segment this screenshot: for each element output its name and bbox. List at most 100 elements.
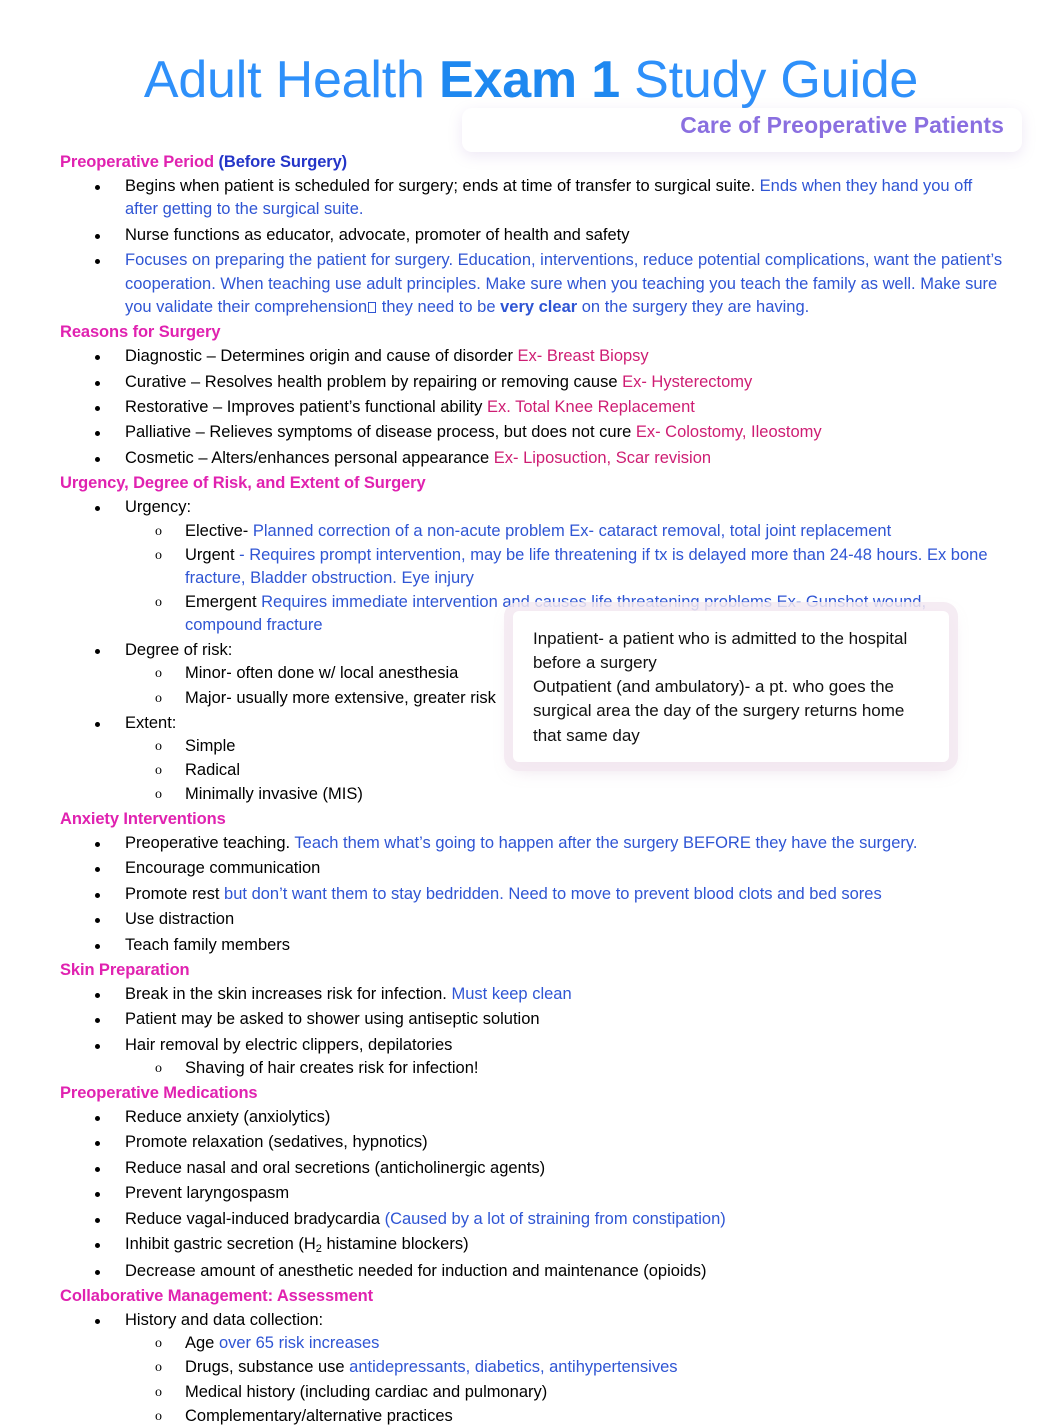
skin-preparation-sublist: Shaving of hair creates risk for infecti…	[125, 1057, 1006, 1080]
bullet-text-black: Cosmetic – Alters/enhances personal appe…	[125, 448, 494, 467]
bullet-text-black: Reduce anxiety (anxiolytics)	[125, 1108, 331, 1127]
bullet-text-black: Begins when patient is scheduled for sur…	[125, 176, 760, 195]
sub-text-black: Radical	[185, 761, 241, 780]
list-item: Encourage communication	[60, 857, 1006, 880]
sub-text-black: Urgent	[185, 545, 240, 564]
list-item: Complementary/alternative practices	[125, 1405, 1006, 1428]
sub-text-black: Elective-	[185, 521, 253, 540]
list-item: Patient may be asked to shower using ant…	[60, 1008, 1006, 1031]
list-item: Inhibit gastric secretion (H2 histamine …	[60, 1233, 1006, 1258]
page-title: Adult Health Exam 1 Study Guide	[0, 52, 1062, 108]
bullet-text-black: Prevent laryngospasm	[125, 1184, 290, 1203]
list-item: Promote relaxation (sedatives, hypnotics…	[60, 1131, 1006, 1154]
bullet-text-black: Reduce nasal and oral secretions (antich…	[125, 1158, 546, 1177]
list-item: Use distraction	[60, 908, 1006, 931]
list-item: Preoperative teaching. Teach them what’s…	[60, 832, 1006, 855]
list-item: History and data collection: Age over 65…	[60, 1309, 1006, 1428]
bullet-text-example: Ex- Breast Biopsy	[517, 347, 649, 366]
list-item: Age over 65 risk increases	[125, 1332, 1006, 1355]
bullet-text-black: Promote relaxation (sedatives, hypnotics…	[125, 1133, 428, 1152]
list-item: Shaving of hair creates risk for infecti…	[125, 1057, 1006, 1080]
bullet-text-black: Curative – Resolves health problem by re…	[125, 372, 618, 391]
sub-text-black: Emergent	[185, 592, 262, 611]
sub-text-black: Age	[185, 1334, 219, 1353]
section-heading-reasons-for-surgery: Reasons for Surgery	[60, 323, 221, 342]
list-item: Prevent laryngospasm	[60, 1182, 1006, 1205]
bullet-text-blue: Must keep clean	[451, 984, 572, 1003]
document-header: Adult Health Exam 1 Study Guide Care of …	[0, 0, 1062, 153]
sub-text-black: Simple	[185, 737, 236, 756]
bullet-text-black: Teach family members	[125, 935, 291, 954]
list-item: Minimally invasive (MIS)	[125, 783, 1006, 806]
heading-main-text: Preoperative Period	[60, 153, 214, 172]
list-item: Elective- Planned correction of a non-ac…	[125, 520, 1006, 543]
list-item: Cosmetic – Alters/enhances personal appe…	[60, 447, 1006, 470]
title-emphasis: Exam 1	[438, 51, 620, 109]
list-item: Reduce vagal-induced bradycardia (Caused…	[60, 1208, 1006, 1231]
sub-text-black: Minimally invasive (MIS)	[185, 785, 363, 804]
subtitle-row: Care of Preoperative Patients	[0, 108, 1062, 153]
list-item: Nurse functions as educator, advocate, p…	[60, 224, 1006, 247]
heading-sub-text: (Before Surgery)	[214, 153, 348, 172]
bullet-text-black: Use distraction	[125, 910, 235, 929]
bullet-text-example: Ex- Hysterectomy	[617, 372, 753, 391]
collaborative-management-list: History and data collection: Age over 65…	[60, 1309, 1006, 1428]
bullet-text-black: Degree of risk:	[125, 640, 233, 659]
sub-text-blue: Planned correction of a non-acute proble…	[252, 521, 892, 540]
bullet-text-bold: very clear	[500, 298, 578, 317]
section-heading-anxiety-interventions: Anxiety Interventions	[60, 810, 226, 829]
section-heading-preoperative-medications: Preoperative Medications	[60, 1084, 258, 1103]
bullet-text-black: Decrease amount of anesthetic needed for…	[125, 1261, 707, 1280]
sub-text-black: Shaving of hair creates risk for infecti…	[185, 1059, 479, 1078]
history-data-collection-sublist: Age over 65 risk increases Drugs, substa…	[125, 1332, 1006, 1427]
bullet-text-blue-2: they need to be	[377, 298, 501, 317]
bullet-text-black: History and data collection:	[125, 1310, 324, 1329]
preoperative-period-list: Begins when patient is scheduled for sur…	[60, 175, 1006, 320]
bullet-text-black: Extent:	[125, 713, 177, 732]
anxiety-interventions-list: Preoperative teaching. Teach them what’s…	[60, 832, 1006, 957]
bullet-text-black: Promote rest	[125, 884, 225, 903]
bullet-text-blue: (Caused by a lot of straining from const…	[384, 1209, 726, 1228]
callout-line-inpatient: Inpatient- a patient who is admitted to …	[533, 629, 908, 673]
title-part-1: Adult Health	[143, 51, 439, 109]
sub-text-black: Major- usually more extensive, greater r…	[185, 688, 496, 707]
list-item: Break in the skin increases risk for inf…	[60, 983, 1006, 1006]
bullet-text-black: Restorative – Improves patient’s functio…	[125, 398, 487, 417]
bullet-text-black: Preoperative teaching.	[125, 834, 295, 853]
bullet-text-black-2: histamine blockers)	[321, 1235, 469, 1254]
definitions-callout-box: Inpatient- a patient who is admitted to …	[513, 611, 949, 762]
bullet-text-black: Palliative – Relieves symptoms of diseas…	[125, 423, 632, 442]
bullet-text-blue-3: on the surgery they are having.	[577, 298, 810, 317]
bullet-text-black: Nurse functions as educator, advocate, p…	[125, 225, 630, 244]
bullet-text-example: Ex- Liposuction, Scar revision	[493, 448, 712, 467]
list-item: Promote rest but don’t want them to stay…	[60, 883, 1006, 906]
sub-text-blue: over 65 risk increases	[218, 1334, 380, 1353]
page-subtitle: Care of Preoperative Patients	[680, 112, 1004, 139]
list-item: Palliative – Relieves symptoms of diseas…	[60, 421, 1006, 444]
title-part-2: Study Guide	[619, 51, 919, 109]
list-item: Drugs, substance use antidepressants, di…	[125, 1356, 1006, 1379]
skin-preparation-list: Break in the skin increases risk for inf…	[60, 983, 1006, 1080]
list-item: Urgent - Requires prompt intervention, m…	[125, 544, 1006, 590]
bullet-text-black: Break in the skin increases risk for inf…	[125, 984, 452, 1003]
bullet-text-black: Hair removal by electric clippers, depil…	[125, 1035, 453, 1054]
callout-line-outpatient: Outpatient (and ambulatory)- a pt. who g…	[533, 677, 905, 745]
list-item: Radical	[125, 759, 1006, 782]
list-item: Diagnostic – Determines origin and cause…	[60, 345, 1006, 368]
bullet-text-example: Ex- Colostomy, Ileostomy	[631, 423, 822, 442]
bullet-text-example: Ex. Total Knee Replacement	[486, 398, 695, 417]
sub-text-blue: - Requires prompt intervention, may be l…	[185, 545, 988, 587]
sub-text-black: Complementary/alternative practices	[185, 1406, 453, 1425]
document-body: Preoperative Period (Before Surgery) Beg…	[0, 139, 1062, 1428]
reasons-for-surgery-list: Diagnostic – Determines origin and cause…	[60, 345, 1006, 470]
list-item: Reduce nasal and oral secretions (antich…	[60, 1157, 1006, 1180]
bullet-text-blue: but don’t want them to stay bedridden. N…	[224, 884, 882, 903]
sub-text-black: Minor- often done w/ local anesthesia	[185, 664, 459, 683]
bullet-text-blue: Teach them what’s going to happen after …	[294, 834, 918, 853]
preoperative-medications-list: Reduce anxiety (anxiolytics) Promote rel…	[60, 1106, 1006, 1283]
sub-text-black: Medical history (including cardiac and p…	[185, 1382, 548, 1401]
list-item: Focuses on preparing the patient for sur…	[60, 249, 1006, 319]
bullet-text-black: Encourage communication	[125, 859, 321, 878]
section-heading-preoperative-period: Preoperative Period (Before Surgery)	[60, 151, 1006, 174]
sub-text-black: Drugs, substance use	[185, 1358, 350, 1377]
